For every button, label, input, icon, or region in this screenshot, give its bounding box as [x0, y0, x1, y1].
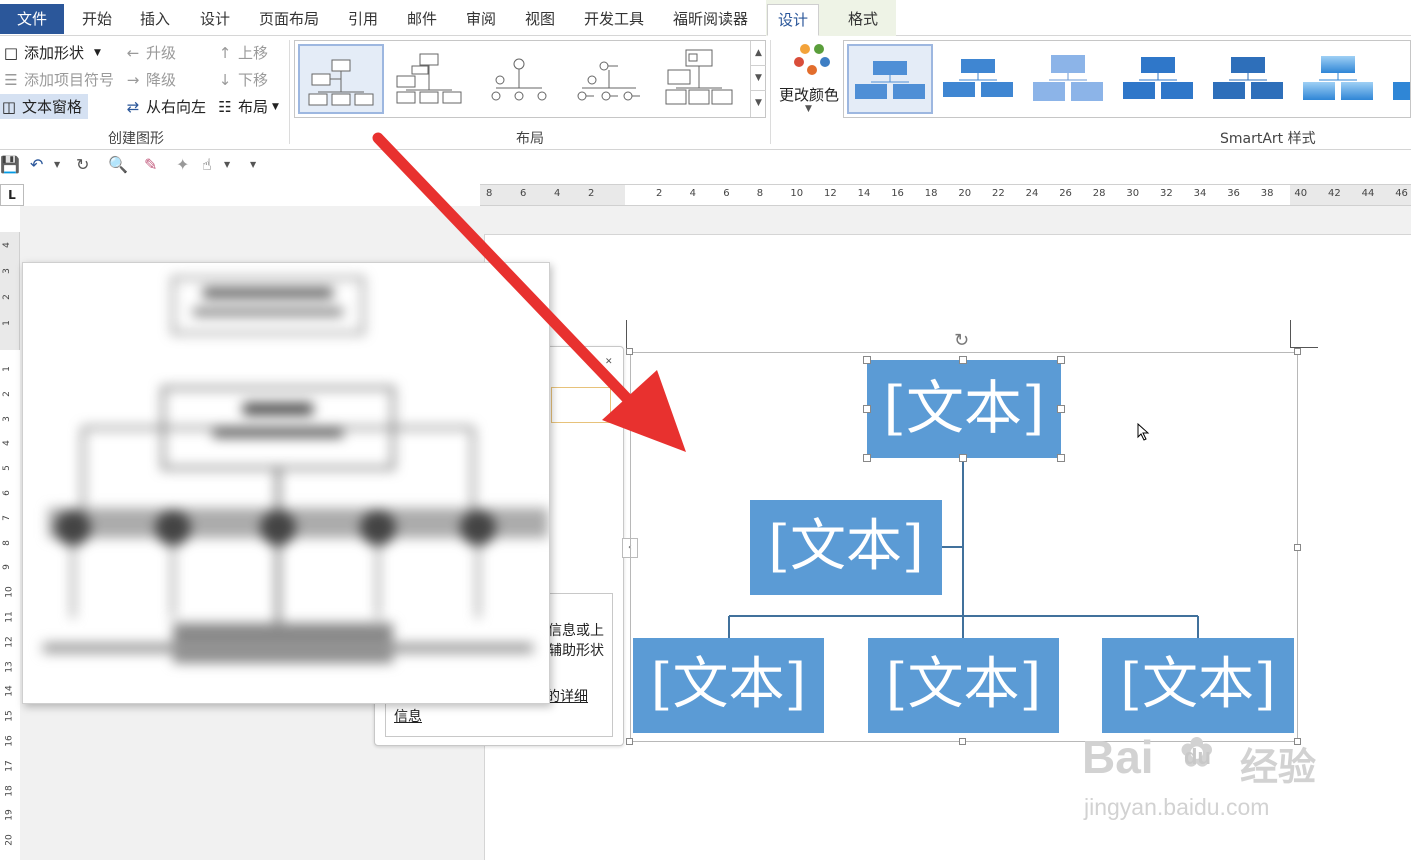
watermark-brand: Bai: [1082, 731, 1154, 783]
word-window: 文件 开始 插入 设计 页面布局 引用 邮件 审阅 视图 开发工具 福昕阅读器 …: [0, 0, 1411, 860]
watermark-cn: 经验: [1240, 747, 1317, 789]
watermark-url: jingyan.baidu.com: [1084, 794, 1270, 820]
baidu-watermark: Bai ✿ du 经验 jingyan.baidu.com: [1080, 720, 1340, 830]
watermark-brand-2: du: [1184, 744, 1211, 769]
arrow-shaft: [372, 132, 646, 418]
